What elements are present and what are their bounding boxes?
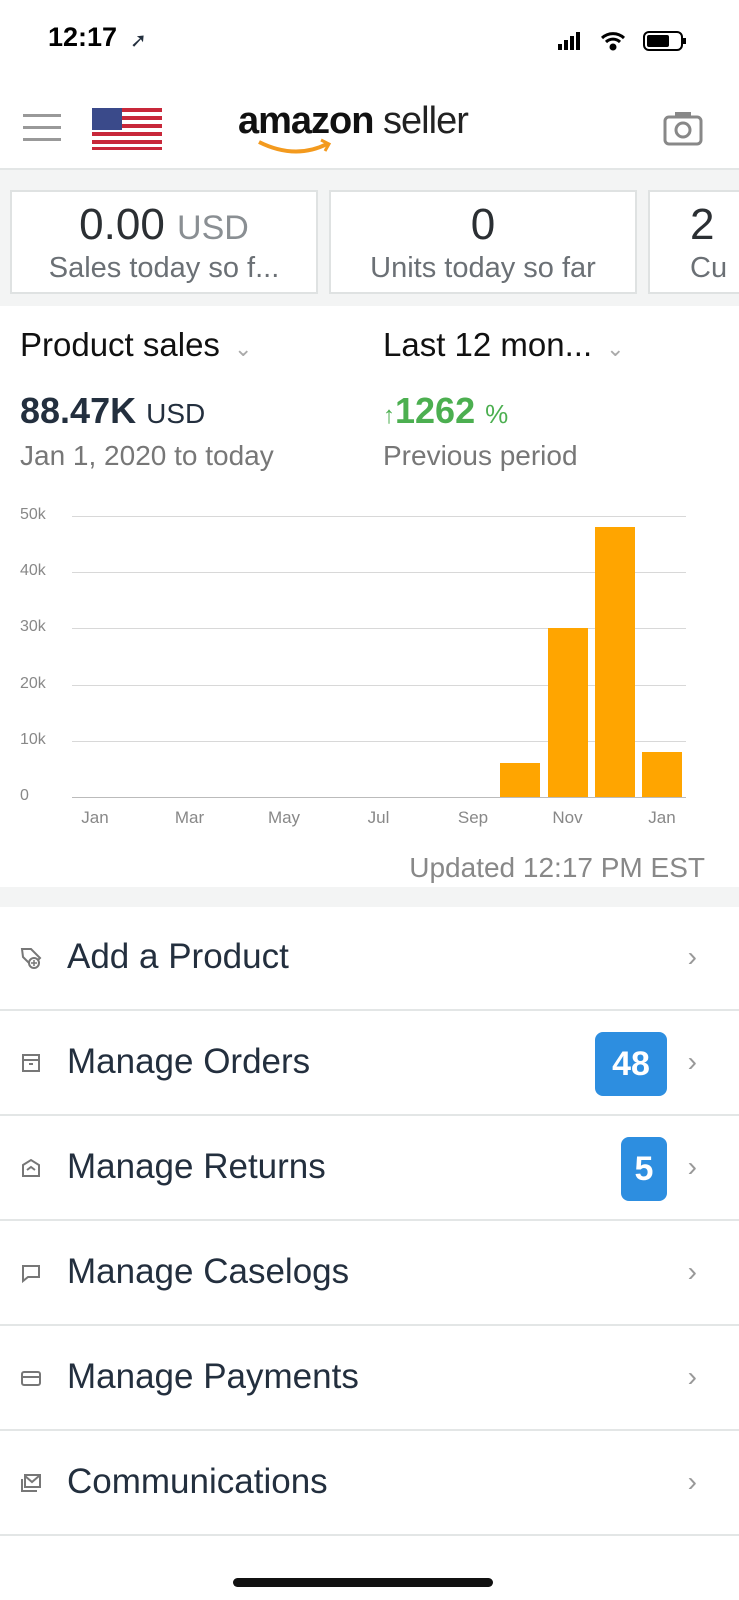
x-tick-label: Nov	[552, 808, 583, 827]
y-tick-label: 40k	[20, 562, 46, 580]
menu-item-label: Manage Caselogs	[67, 1252, 350, 1291]
chat-icon	[22, 1265, 40, 1284]
change-label: Previous period	[383, 440, 578, 471]
menu-item-label: Communications	[67, 1462, 328, 1501]
wifi-icon	[600, 32, 626, 51]
return-box-icon	[22, 1158, 40, 1177]
y-tick-label: 30k	[20, 618, 46, 636]
chevron-right-icon: ›	[687, 1361, 697, 1392]
third-label: Cu	[690, 252, 728, 284]
box-icon	[22, 1054, 40, 1072]
date-range: Jan 1, 2020 to today	[20, 440, 274, 471]
amazon-seller-logo: amazon seller	[238, 100, 469, 142]
metric-selector[interactable]: Product sales ⌄	[20, 326, 252, 364]
y-tick-label: 50k	[20, 506, 46, 523]
tag-add-icon	[20, 948, 42, 969]
y-tick-label: 10k	[20, 730, 46, 748]
chevron-right-icon: ›	[687, 1466, 697, 1497]
x-tick-label: Mar	[174, 808, 205, 827]
location-icon: ➚	[130, 30, 147, 52]
gridline	[72, 684, 686, 686]
chevron-down-icon: ⌄	[233, 336, 253, 361]
arrow-up-icon: ↑	[383, 402, 395, 429]
sales-value: 0.00	[79, 200, 165, 249]
camera-icon[interactable]	[663, 110, 703, 146]
card-icon	[21, 1371, 41, 1386]
home-indicator	[233, 1578, 493, 1587]
change-percent: ↑1262 %	[383, 390, 509, 431]
units-label: Units today so far	[370, 252, 596, 284]
total-sales: 88.47K USD	[20, 390, 206, 431]
x-tick-label: Jan	[81, 808, 109, 827]
menu-item-manage-returns[interactable]: Manage Returns 5 ›	[0, 1117, 739, 1221]
chevron-right-icon: ›	[687, 1046, 697, 1077]
menu-item-label: Manage Orders	[67, 1042, 311, 1081]
chevron-right-icon: ›	[687, 1151, 697, 1182]
y-tick-label: 0	[20, 787, 29, 804]
gridline	[72, 797, 686, 798]
units-today-tile[interactable]: 0 Units today so far	[329, 190, 637, 294]
chevron-right-icon: ›	[687, 941, 697, 972]
sales-unit: USD	[177, 209, 249, 247]
x-tick-label: Sep	[457, 808, 489, 827]
metric-selector-label: Product sales	[20, 326, 220, 363]
chevron-right-icon: ›	[687, 1256, 697, 1287]
bar-jan-12[interactable]	[642, 752, 682, 797]
gridline	[72, 740, 686, 742]
third-tile[interactable]: 2 Cu	[648, 190, 739, 294]
menu-item-label: Add a Product	[67, 937, 289, 976]
units-value: 0	[470, 200, 496, 249]
us-flag-icon[interactable]	[92, 108, 162, 150]
sales-label: Sales today so f...	[48, 252, 280, 284]
period-selector[interactable]: Last 12 mon... ⌄	[383, 326, 625, 364]
menu-item-label: Manage Payments	[67, 1357, 359, 1396]
x-tick-label: May	[267, 808, 301, 827]
today-tiles: 0.00 USD Sales today so f... 0 Units tod…	[0, 170, 739, 306]
x-tick-label: Jan	[648, 808, 676, 827]
third-value: 2	[690, 200, 715, 249]
battery-icon	[643, 31, 686, 51]
count-badge: 48	[595, 1032, 667, 1096]
status-icons	[558, 31, 686, 51]
app-header: amazon seller	[0, 70, 739, 170]
menu-item-manage-caselogs[interactable]: Manage Caselogs ›	[0, 1222, 739, 1326]
bar-dec-11[interactable]	[594, 527, 635, 797]
x-tick-label: Jul	[367, 808, 390, 827]
gridline	[72, 516, 686, 517]
menu-item-label: Manage Returns	[67, 1147, 326, 1186]
sales-today-tile[interactable]: 0.00 USD Sales today so f...	[10, 190, 318, 294]
bar-nov-10[interactable]	[547, 628, 588, 797]
menu-item-add-a-product[interactable]: Add a Product ›	[0, 907, 739, 1011]
status-time: 12:17	[48, 22, 118, 52]
mail-icon	[21, 1474, 41, 1492]
chevron-down-icon: ⌄	[606, 336, 625, 361]
count-badge: 5	[621, 1137, 667, 1201]
y-tick-label: 20k	[20, 674, 46, 692]
gridline	[72, 572, 686, 574]
bar-oct-9[interactable]	[500, 763, 541, 797]
updated-text: Updated 12:17 PM EST	[409, 852, 705, 883]
menu-item-manage-payments[interactable]: Manage Payments ›	[0, 1327, 739, 1431]
menu-item-communications[interactable]: Communications ›	[0, 1432, 739, 1536]
section-divider	[0, 887, 739, 907]
signal-icon	[558, 32, 580, 50]
amazon-smile-icon	[258, 138, 332, 154]
menu-icon[interactable]	[23, 114, 61, 142]
menu-item-manage-orders[interactable]: Manage Orders 48 ›	[0, 1012, 739, 1116]
gridline	[72, 628, 686, 630]
period-selector-label: Last 12 mon...	[383, 326, 593, 363]
